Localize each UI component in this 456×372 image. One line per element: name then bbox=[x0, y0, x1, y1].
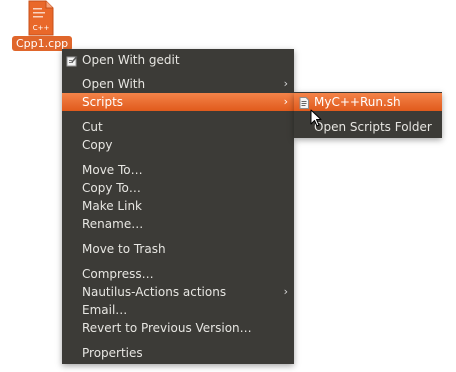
menu-item-copy-to[interactable]: Copy To… bbox=[62, 179, 294, 197]
menu-item-nautilus-actions[interactable]: Nautilus-Actions actions › bbox=[62, 283, 294, 301]
context-menu: Open With gedit Open With › Scripts › Cu… bbox=[62, 49, 294, 364]
menu-item-label: Move to Trash bbox=[82, 242, 166, 256]
menu-item-move-to[interactable]: Move To… bbox=[62, 161, 294, 179]
gedit-icon bbox=[66, 54, 78, 67]
menu-item-move-to-trash[interactable]: Move to Trash bbox=[62, 240, 294, 258]
menu-item-label: Open With bbox=[82, 77, 146, 91]
menu-item-label: Rename… bbox=[82, 217, 144, 231]
menu-item-label: Email… bbox=[82, 303, 128, 317]
menu-item-label: Revert to Previous Version… bbox=[82, 321, 252, 335]
menu-item-label: Move To… bbox=[82, 163, 143, 177]
menu-item-label: Make Link bbox=[82, 199, 142, 213]
cpp-file-icon[interactable]: C++ bbox=[28, 0, 54, 36]
submenu-item-label: Open Scripts Folder bbox=[314, 120, 432, 134]
menu-item-scripts[interactable]: Scripts › bbox=[62, 93, 294, 111]
menu-item-label: Nautilus-Actions actions bbox=[82, 285, 227, 299]
menu-item-label: Cut bbox=[82, 120, 103, 134]
chevron-right-icon: › bbox=[283, 285, 288, 298]
menu-item-rename[interactable]: Rename… bbox=[62, 215, 294, 233]
menu-item-compress[interactable]: Compress… bbox=[62, 265, 294, 283]
mouse-pointer-icon bbox=[310, 109, 322, 127]
menu-item-open-with-gedit[interactable]: Open With gedit bbox=[62, 51, 294, 69]
menu-item-label: Properties bbox=[82, 346, 143, 360]
menu-item-label: Copy bbox=[82, 138, 113, 152]
menu-item-label: Compress… bbox=[82, 267, 154, 281]
chevron-right-icon: › bbox=[283, 95, 288, 108]
script-file-icon bbox=[298, 96, 310, 109]
menu-item-properties[interactable]: Properties bbox=[62, 344, 294, 362]
menu-item-label: Copy To… bbox=[82, 181, 141, 195]
menu-item-copy[interactable]: Copy bbox=[62, 136, 294, 154]
menu-item-make-link[interactable]: Make Link bbox=[62, 197, 294, 215]
menu-item-open-with[interactable]: Open With › bbox=[62, 75, 294, 93]
menu-item-label: Scripts bbox=[82, 95, 124, 109]
menu-item-cut[interactable]: Cut bbox=[62, 118, 294, 136]
file-icon-caption: C++ bbox=[33, 24, 50, 32]
menu-item-label: Open With gedit bbox=[82, 53, 180, 67]
submenu-item-label: MyC++Run.sh bbox=[314, 95, 401, 109]
chevron-right-icon: › bbox=[283, 77, 288, 90]
menu-item-email[interactable]: Email… bbox=[62, 301, 294, 319]
menu-item-revert-version[interactable]: Revert to Previous Version… bbox=[62, 319, 294, 337]
